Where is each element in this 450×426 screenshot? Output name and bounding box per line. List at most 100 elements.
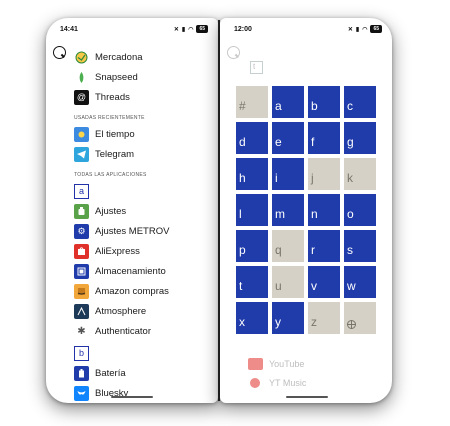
letter-tile-p[interactable]: p <box>236 230 268 262</box>
atmosphere-icon <box>74 303 89 319</box>
letter-tile-c[interactable]: c <box>344 86 376 118</box>
app-label: Authenticator <box>95 325 151 337</box>
background-letter-label: t <box>253 62 256 71</box>
letter-tile-m[interactable]: m <box>272 194 304 226</box>
app-list: Mercadona Snapseed @ Threads USADAS RECI… <box>74 47 212 403</box>
app-item-mercadona[interactable]: Mercadona <box>74 47 212 67</box>
background-app-youtube: YouTube <box>248 358 304 370</box>
app-item-telegram[interactable]: Telegram <box>74 144 212 164</box>
storage-icon <box>74 263 89 279</box>
letter-tile-h[interactable]: h <box>236 158 268 190</box>
letter-tile-i[interactable]: i <box>272 158 304 190</box>
letter-tile-a[interactable]: a <box>74 183 89 199</box>
android-settings-icon <box>74 203 89 219</box>
mute-icon: ✕ <box>173 26 179 33</box>
app-label: Snapseed <box>95 71 138 83</box>
background-letter-tile: t <box>250 61 263 74</box>
letter-tile-a[interactable]: a <box>272 86 304 118</box>
letter-tile-z: z <box>308 302 340 334</box>
bluesky-icon <box>74 385 89 401</box>
letter-header-a[interactable]: a <box>74 181 212 201</box>
alphabet-jump-grid: # a b c d e f g h i j k l m n o p q r s t u v w x y z <box>236 86 376 334</box>
gear-icon: ⚙ <box>74 223 89 239</box>
status-icons: ✕ ▮ ◠ 65 <box>348 25 382 33</box>
app-item-ajustes[interactable]: Ajustes <box>74 201 212 221</box>
aliexpress-icon <box>74 243 89 259</box>
signal-icon: ▮ <box>181 26 186 33</box>
weather-icon <box>74 126 89 142</box>
letter-tile-t[interactable]: t <box>236 266 268 298</box>
app-label: Almacenamiento <box>95 265 166 277</box>
letter-tile-r[interactable]: r <box>308 230 340 262</box>
mute-icon: ✕ <box>347 26 353 33</box>
status-time: 14:41 <box>60 25 78 33</box>
amazon-icon <box>74 283 89 299</box>
battery-indicator: 65 <box>196 25 208 33</box>
app-label: Ajustes METROV <box>95 225 170 237</box>
recent-header: USADAS RECIENTEMENTE <box>74 115 145 121</box>
status-time: 12:00 <box>234 25 252 33</box>
signal-icon: ▮ <box>355 26 360 33</box>
letter-tile-j: j <box>308 158 340 190</box>
app-item-bateria[interactable]: Batería <box>74 363 212 383</box>
app-item-atmosphere[interactable]: Atmosphere <box>74 301 212 321</box>
app-label: El tiempo <box>95 128 135 140</box>
letter-tile-q: q <box>272 230 304 262</box>
app-label: AliExpress <box>95 245 140 257</box>
all-apps-header: TODAS LAS APLICACIONES <box>74 172 147 178</box>
wifi-icon: ◠ <box>188 26 194 33</box>
letter-tile-b[interactable]: b <box>74 345 89 361</box>
app-label: YT Music <box>269 378 307 388</box>
letter-tile-y[interactable]: y <box>272 302 304 334</box>
letter-tile-globe <box>344 302 376 334</box>
letter-tile-hash: # <box>236 86 268 118</box>
app-item-el-tiempo[interactable]: El tiempo <box>74 124 212 144</box>
telegram-icon <box>74 146 89 162</box>
app-label: YouTube <box>269 359 305 369</box>
authenticator-icon: ✱ <box>77 325 86 337</box>
letter-tile-e[interactable]: e <box>272 122 304 154</box>
app-item-amazon-compras[interactable]: Amazon compras <box>74 281 212 301</box>
right-screen: 12:00 ✕ ▮ ◠ 65 t YouTube YT Music # a b c d e… <box>220 18 392 403</box>
search-icon[interactable] <box>53 46 66 59</box>
left-screen: 14:41 ✕ ▮ ◠ 65 Mercadona Snapseed @ Thre… <box>46 18 218 403</box>
letter-tile-b[interactable]: b <box>308 86 340 118</box>
letter-tile-g[interactable]: g <box>344 122 376 154</box>
app-item-almacenamiento[interactable]: Almacenamiento <box>74 261 212 281</box>
home-gesture-bar[interactable] <box>111 396 153 398</box>
letter-tile-d[interactable]: d <box>236 122 268 154</box>
battery-icon <box>74 365 89 381</box>
status-bar: 12:00 ✕ ▮ ◠ 65 <box>220 18 392 40</box>
app-item-threads[interactable]: @ Threads <box>74 87 212 107</box>
app-label: Ajustes <box>95 205 127 217</box>
app-item-authenticator[interactable]: ✱ Authenticator <box>74 321 212 341</box>
globe-icon <box>347 320 356 329</box>
letter-tile-n[interactable]: n <box>308 194 340 226</box>
app-item-aliexpress[interactable]: AliExpress <box>74 241 212 261</box>
app-label: Telegram <box>95 148 135 160</box>
app-item-ajustes-metrov[interactable]: ⚙ Ajustes METROV <box>74 221 212 241</box>
letter-header-b[interactable]: b <box>74 343 212 363</box>
letter-tile-f[interactable]: f <box>308 122 340 154</box>
battery-indicator: 65 <box>370 25 382 33</box>
app-label: Batería <box>95 367 126 379</box>
home-gesture-bar[interactable] <box>286 396 328 398</box>
app-item-snapseed[interactable]: Snapseed <box>74 67 212 87</box>
letter-tile-w[interactable]: w <box>344 266 376 298</box>
mercadona-icon <box>74 50 89 65</box>
letter-tile-v[interactable]: v <box>308 266 340 298</box>
wifi-icon: ◠ <box>362 26 368 33</box>
letter-tile-l[interactable]: l <box>236 194 268 226</box>
youtube-icon <box>248 358 263 370</box>
letter-tile-u: u <box>272 266 304 298</box>
letter-tile-s[interactable]: s <box>344 230 376 262</box>
yt-music-icon <box>250 378 260 388</box>
letter-tile-o[interactable]: o <box>344 194 376 226</box>
app-label: Atmosphere <box>95 305 147 317</box>
status-icons: ✕ ▮ ◠ 65 <box>174 25 208 33</box>
app-label: Amazon compras <box>95 285 169 297</box>
background-app-yt-music: YT Music <box>248 378 306 388</box>
letter-tile-x[interactable]: x <box>236 302 268 334</box>
app-item-bluesky[interactable]: Bluesky <box>74 383 212 403</box>
app-label: Mercadona <box>95 51 143 63</box>
